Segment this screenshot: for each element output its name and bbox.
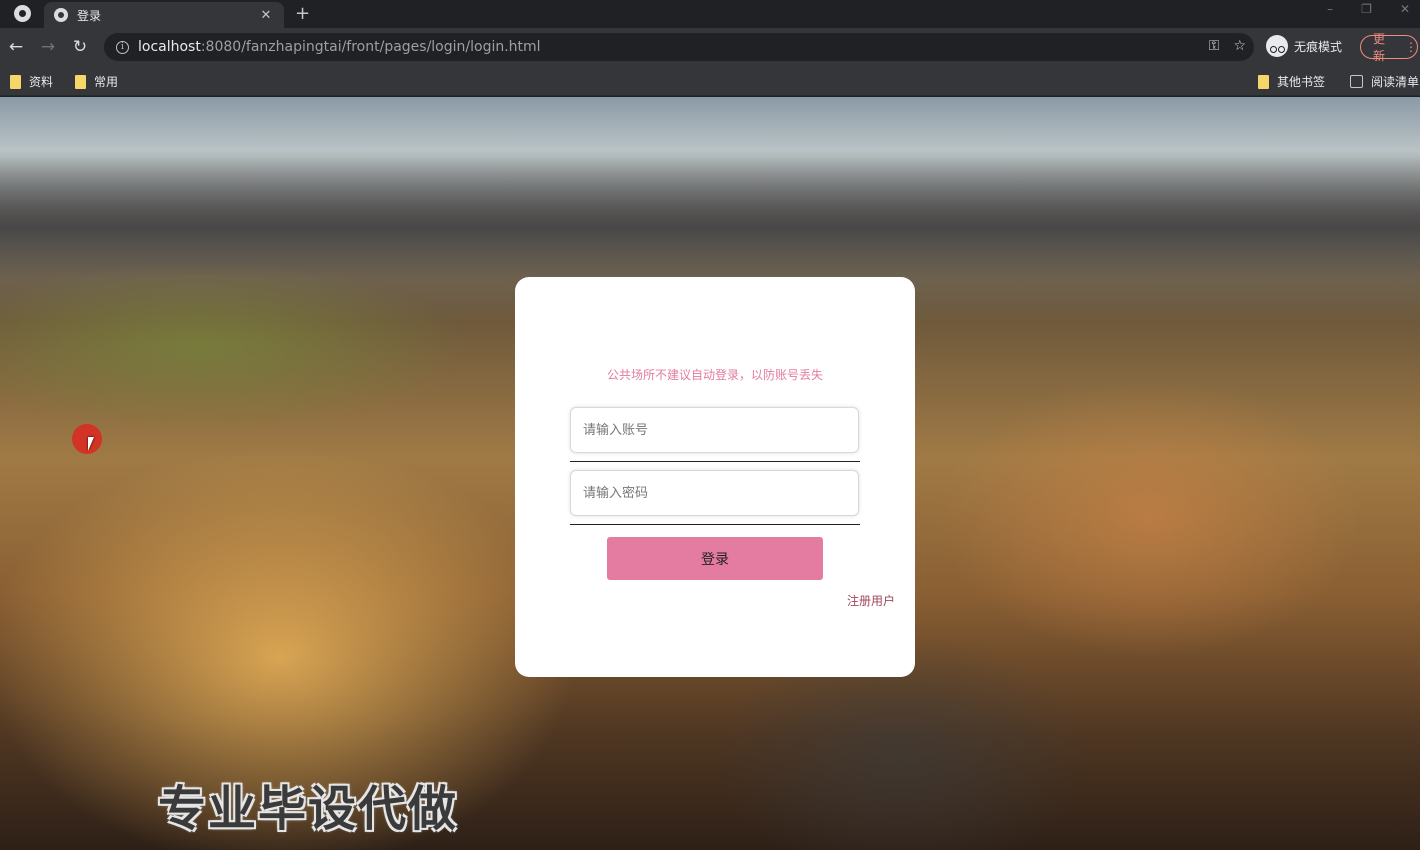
update-label: 更新 [1373,32,1386,63]
minimize-icon[interactable]: – [1327,2,1333,16]
bookmark-label: 其他书签 [1277,75,1326,89]
reload-icon[interactable]: ↻ [64,37,96,57]
incognito-icon [1266,35,1288,57]
url-host: localhost [138,39,201,55]
back-icon[interactable]: ← [0,37,32,57]
reading-list-label: 阅读清单 [1371,75,1420,89]
reading-list[interactable]: 阅读清单 [1350,73,1419,90]
mouse-pointer-icon [88,437,100,451]
password-input[interactable] [570,470,859,516]
watermark-text: 专业毕设代做 [158,781,459,837]
address-bar[interactable]: i localhost:8080/fanzhapingtai/front/pag… [104,33,1254,61]
window-close-icon[interactable]: ✕ [1400,2,1410,16]
update-button[interactable]: 更新 ⋮ [1360,32,1418,63]
folder-icon [75,74,86,89]
info-icon[interactable]: i [116,40,129,54]
new-tab-icon[interactable]: + [295,3,310,24]
restore-icon[interactable]: ❐ [1361,2,1372,16]
window-controls: – ❐ ✕ [1327,2,1410,16]
forward-icon[interactable]: → [32,37,64,57]
tab-bar: 登录 ✕ + – ❐ ✕ [0,0,1420,28]
incognito-indicator[interactable]: 无痕模式 [1266,35,1342,57]
tab-title: 登录 [77,8,102,23]
url-path: :8080/fanzhapingtai/front/pages/login/lo… [200,39,541,55]
reading-list-icon [1350,75,1363,88]
globe-icon [54,8,68,22]
folder-icon [1258,74,1269,89]
account-field-wrapper [570,407,860,462]
browser-toolbar: ← → ↻ i localhost:8080/fanzhapingtai/fro… [0,28,1420,66]
bookmark-folder-materials[interactable]: 资料 [10,73,53,90]
close-tab-icon[interactable]: ✕ [258,8,274,23]
login-card: 公共场所不建议自动登录，以防账号丢失 登录 注册用户 [515,277,915,677]
omnibox-actions: ⚿ ☆ [1209,38,1246,54]
bookmark-label: 资料 [29,75,54,89]
login-button[interactable]: 登录 [607,537,823,580]
browser-menu-icon[interactable] [14,5,31,22]
login-notice: 公共场所不建议自动登录，以防账号丢失 [606,368,823,382]
bookmarks-bar: 资料 常用 其他书签 阅读清单 [0,66,1420,96]
url-text: localhost:8080/fanzhapingtai/front/pages… [138,39,541,55]
key-icon[interactable]: ⚿ [1209,38,1220,54]
account-input[interactable] [570,407,859,453]
bookmark-folder-other[interactable]: 其他书签 [1258,73,1325,90]
password-field-wrapper [570,470,860,525]
mountain-ridge [0,157,1420,277]
login-page-background: 公共场所不建议自动登录，以防账号丢失 登录 注册用户 专业毕设代做 [0,97,1420,850]
register-link[interactable]: 注册用户 [847,592,895,609]
tab-login[interactable]: 登录 ✕ [44,2,284,28]
more-menu-icon[interactable]: ⋮ [1405,40,1417,54]
star-icon[interactable]: ☆ [1233,38,1246,54]
bookmark-folder-common[interactable]: 常用 [75,73,118,90]
bookmark-label: 常用 [94,75,119,89]
folder-icon [10,74,21,89]
incognito-label: 无痕模式 [1294,39,1343,54]
